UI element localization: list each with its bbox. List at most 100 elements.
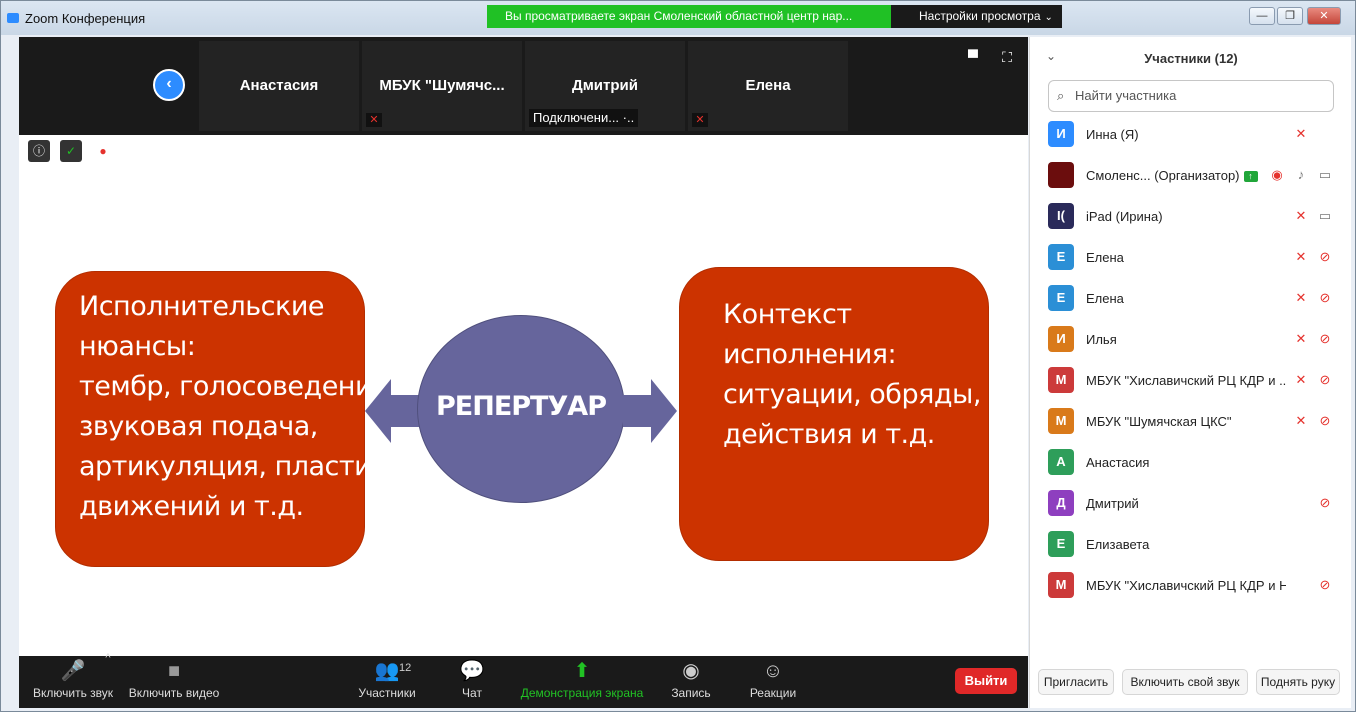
participant-name: Инна (Я)	[1086, 127, 1286, 142]
participant-name-text: Елена	[1086, 250, 1124, 265]
layout-toggle-icon[interactable]: ▀	[965, 49, 981, 65]
right-arrow-body	[623, 395, 653, 427]
participant-name: Елена	[1086, 250, 1286, 265]
restore-button[interactable]: ❐	[1277, 7, 1303, 25]
participant-name: Елена	[1086, 291, 1286, 306]
reactions-button[interactable]: ☺ Реакции	[745, 656, 801, 708]
zoom-window: Zoom Конференция Вы просматриваете экран…	[0, 0, 1356, 712]
participant-name-text: Смоленс... (Организатор)	[1086, 168, 1240, 183]
participant-name-text: МБУК "Шумячская ЦКС"	[1086, 414, 1232, 429]
video-tile[interactable]: Анастасия	[199, 41, 359, 131]
participant-name-text: Елена	[1086, 291, 1124, 306]
viewing-banner: Вы просматриваете экран Смоленский облас…	[487, 5, 891, 28]
start-video-button[interactable]: ■ Включить видео	[125, 656, 223, 708]
title-bar: Zoom Конференция Вы просматриваете экран…	[1, 1, 1355, 35]
avatar: М	[1048, 572, 1074, 598]
security-shield-icon[interactable]: ✓	[60, 140, 82, 162]
recording-icon: ◉	[1271, 167, 1283, 182]
share-screen-button[interactable]: ⬆ Демонстрация экрана	[519, 656, 645, 708]
video-tile[interactable]: Дмитрий Подключени... ·..	[525, 41, 685, 131]
participant-name-text: Елизавета	[1086, 537, 1150, 552]
avatar	[1048, 162, 1074, 188]
chat-label: Чат	[462, 686, 482, 700]
start-video-label: Включить видео	[128, 686, 220, 700]
chat-icon: 💬	[459, 660, 485, 682]
shared-screen: ⓘ ✓ ● Исполнительские нюансы: тембр, гол…	[19, 135, 1028, 656]
avatar: Е	[1048, 244, 1074, 270]
video-strip: ‹ Анастасия МБУК "Шумячс... ✕ Дмитрий По…	[19, 37, 1028, 135]
leave-button[interactable]: Выйти	[955, 668, 1017, 694]
participants-count: 12	[399, 662, 412, 674]
participants-button[interactable]: 👥 12 Участники	[355, 656, 419, 708]
participants-label: Участники	[358, 686, 416, 700]
chevron-down-icon: ⌄	[1044, 12, 1053, 23]
connecting-status: Подключени... ·..	[529, 109, 639, 127]
participant-row[interactable]: Е Елена ✕ ⊘	[1030, 240, 1352, 281]
participant-list: И Инна (Я) ✕ Смоленс... (Организатор) ↑ ◉ ♪ ▭ I(…	[1030, 117, 1352, 609]
avatar: Е	[1048, 531, 1074, 557]
record-button[interactable]: ◉ Запись	[667, 656, 715, 708]
participant-row[interactable]: А Анастасия	[1030, 445, 1352, 486]
participant-name-text: iPad (Ирина)	[1086, 209, 1163, 224]
video-off-icon: ⊘	[1319, 249, 1331, 264]
panel-footer: Пригласить Включить свой звук Поднять ру…	[1030, 669, 1352, 695]
participant-name-text: Анастасия	[1086, 455, 1150, 470]
minimize-button[interactable]: —	[1249, 7, 1275, 25]
raise-hand-button[interactable]: Поднять руку	[1256, 669, 1340, 695]
recording-icon: ●	[99, 144, 107, 158]
participant-row[interactable]: Е Елена ✕ ⊘	[1030, 281, 1352, 322]
mic-off-icon: ✕	[1295, 290, 1307, 305]
participant-row[interactable]: И Инна (Я) ✕	[1030, 117, 1352, 158]
tile-name: Анастасия	[239, 77, 319, 94]
invite-button[interactable]: Пригласить	[1038, 669, 1114, 695]
mic-icon: ♪	[1297, 167, 1305, 182]
participant-name: iPad (Ирина)	[1086, 209, 1286, 224]
search-icon: ⌕	[1057, 88, 1065, 103]
chat-button[interactable]: 💬 Чат	[451, 656, 493, 708]
mic-off-icon: ✕	[692, 113, 708, 127]
video-tile[interactable]: Елена ✕	[688, 41, 848, 131]
meeting-info-icon[interactable]: ⓘ	[28, 140, 50, 162]
avatar: А	[1048, 449, 1074, 475]
avatar: I(	[1048, 203, 1074, 229]
tile-name: Елена	[745, 77, 791, 94]
participant-name: Анастасия	[1086, 455, 1286, 470]
video-off-icon: ⊘	[1319, 413, 1331, 428]
participant-name: Илья	[1086, 332, 1286, 347]
participant-name: Дмитрий	[1086, 496, 1286, 511]
avatar: М	[1048, 367, 1074, 393]
share-screen-label: Демонстрация экрана	[520, 686, 644, 700]
avatar: Д	[1048, 490, 1074, 516]
avatar: Е	[1048, 285, 1074, 311]
video-tile[interactable]: МБУК "Шумячс... ✕	[362, 41, 522, 131]
record-icon: ◉	[682, 660, 700, 682]
view-options-button[interactable]: Настройки просмотра ⌄	[891, 5, 1062, 28]
participant-name-text: Илья	[1086, 332, 1117, 347]
mic-off-icon: ✕	[1295, 331, 1307, 346]
video-off-icon: ⊘	[1319, 290, 1331, 305]
meeting-area: ‹ Анастасия МБУК "Шумячс... ✕ Дмитрий По…	[19, 37, 1028, 656]
participant-row[interactable]: М МБУК "Хиславичский РЦ КДР и ... ✕ ⊘	[1030, 363, 1352, 404]
fullscreen-icon[interactable]: ⛶	[999, 49, 1015, 65]
meeting-toolbar: 🎤 Включить звук ^ ■ Включить видео 👥 12 …	[19, 652, 1028, 708]
participant-row[interactable]: Е Елизавета	[1030, 527, 1352, 568]
unmute-myself-button[interactable]: Включить свой звук	[1122, 669, 1248, 695]
mic-off-icon: ✕	[1295, 126, 1307, 141]
video-off-icon: ■	[167, 660, 181, 682]
zoom-app-icon	[7, 13, 19, 23]
participant-search-input[interactable]: ⌕ Найти участника	[1048, 80, 1334, 112]
close-window-button[interactable]: ✕	[1307, 7, 1341, 25]
mic-off-icon: ✕	[366, 113, 382, 127]
participant-name: Елизавета	[1086, 537, 1286, 552]
participant-row[interactable]: Д Дмитрий ⊘	[1030, 486, 1352, 527]
center-text: РЕПЕРТУАР	[436, 391, 607, 422]
strip-back-button[interactable]: ‹	[153, 69, 185, 101]
participant-row[interactable]: М МБУК "Хиславичский РЦ КДР и НТ" ⊘	[1030, 568, 1352, 609]
participant-row[interactable]: И Илья ✕ ⊘	[1030, 322, 1352, 363]
participant-row[interactable]: М МБУК "Шумячская ЦКС" ✕ ⊘	[1030, 404, 1352, 445]
video-off-icon: ⊘	[1319, 372, 1331, 387]
audio-options-caret[interactable]: ^	[101, 652, 115, 704]
participant-row[interactable]: Смоленс... (Организатор) ↑ ◉ ♪ ▭	[1030, 158, 1352, 199]
participant-row[interactable]: I(iPad (Ирина) ✕ ▭	[1030, 199, 1352, 240]
participants-panel: ⌄ Участники (12) ⌕ Найти участника И Инна…	[1029, 37, 1351, 708]
